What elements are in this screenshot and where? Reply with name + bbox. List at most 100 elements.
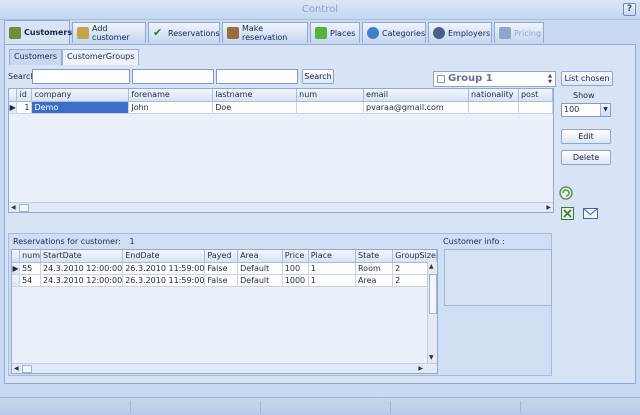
cell-lastname[interactable]: Doe [212, 101, 298, 114]
spinner-arrows-icon[interactable]: ▲ ▼ [546, 73, 554, 85]
excel-icon[interactable] [561, 207, 574, 220]
tab-reservations[interactable]: ✔ Reservations [148, 22, 220, 43]
column-header[interactable]: EndDate [122, 250, 206, 263]
cell-nationality[interactable] [468, 101, 519, 114]
cell-end-date[interactable]: 26.3.2010 11:59:00 [122, 274, 206, 287]
tab-add-customer[interactable]: Add customer [72, 22, 146, 43]
column-header[interactable]: forename [128, 89, 214, 102]
scroll-down-icon[interactable]: ▼ [429, 353, 434, 363]
cell-forename[interactable]: John [128, 101, 214, 114]
search-input-company[interactable] [32, 69, 130, 84]
cell-id[interactable]: 1 [16, 101, 33, 114]
column-header[interactable]: StartDate [40, 250, 124, 263]
column-header[interactable]: Payed [204, 250, 239, 263]
cell-state[interactable]: Room [355, 262, 394, 275]
tab-label: Categories [382, 28, 426, 38]
help-button[interactable]: ? [623, 3, 636, 16]
table-row[interactable]: ▶ 1 Demo John Doe pvaraa@gmail.com [9, 101, 553, 114]
column-header[interactable]: lastname [212, 89, 298, 102]
column-header[interactable]: Area [237, 250, 283, 263]
cell-post[interactable] [518, 101, 553, 114]
places-icon [315, 27, 327, 39]
scroll-up-icon[interactable]: ▲ [429, 262, 434, 272]
scroll-thumb[interactable] [22, 365, 32, 373]
cell-num[interactable]: 54 [19, 274, 42, 287]
cell-end-date[interactable]: 26.3.2010 11:59:00 [122, 262, 206, 275]
search-button[interactable]: Search [302, 69, 334, 84]
row-header [12, 274, 21, 287]
column-header[interactable]: num [19, 250, 42, 263]
sub-tabs: Customers CustomerGroups [9, 49, 140, 65]
customer-info-label: Customer info : [443, 237, 505, 246]
column-header[interactable]: company [31, 89, 130, 102]
tab-employers[interactable]: Employers [428, 22, 492, 43]
window-title: Control [301, 4, 339, 15]
tab-label: Pricing [514, 28, 541, 38]
cell-price[interactable]: 100 [282, 262, 309, 275]
status-divider [260, 401, 261, 413]
column-header[interactable]: Price [282, 250, 309, 263]
scroll-left-icon[interactable]: ◀ [11, 203, 16, 212]
scroll-thumb[interactable] [429, 274, 437, 314]
email-icon[interactable] [583, 207, 598, 220]
reservations-horizontal-scrollbar[interactable]: ◀ ▶ [12, 363, 437, 373]
cell-payed[interactable]: False [204, 262, 239, 275]
chevron-down-icon[interactable]: ▼ [600, 104, 610, 116]
cell-email[interactable]: pvaraa@gmail.com [363, 101, 469, 114]
tab-places[interactable]: Places [310, 22, 360, 43]
cell-area[interactable]: Default [237, 262, 283, 275]
customers-horizontal-scrollbar[interactable]: ◀ ▶ [9, 202, 553, 212]
list-chosen-button[interactable]: List chosen [561, 71, 613, 86]
cell-state[interactable]: Area [355, 274, 394, 287]
search-input-forename[interactable] [132, 69, 214, 84]
cell-price[interactable]: 1000 [282, 274, 309, 287]
scroll-left-icon[interactable]: ◀ [14, 364, 19, 373]
reservations-caption: Reservations for customer: [13, 237, 121, 246]
edit-button[interactable]: Edit [561, 129, 611, 144]
cell-area[interactable]: Default [237, 274, 283, 287]
search-input-lastname[interactable] [216, 69, 298, 84]
table-row[interactable]: 54 24.3.2010 12:00:00 26.3.2010 11:59:00… [12, 274, 437, 287]
subtab-customers[interactable]: Customers [9, 49, 63, 65]
table-row[interactable]: ▶ 55 24.3.2010 12:00:00 26.3.2010 11:59:… [12, 262, 437, 275]
cell-start-date[interactable]: 24.3.2010 12:00:00 [40, 274, 124, 287]
tab-categories[interactable]: Categories [362, 22, 426, 43]
tab-pricing[interactable]: Pricing [494, 22, 544, 43]
tab-make-reservation[interactable]: Make reservation [222, 22, 308, 43]
cell-num[interactable]: 55 [19, 262, 42, 275]
status-bar [0, 397, 640, 415]
show-label: Show [573, 91, 595, 100]
reservations-vertical-scrollbar[interactable]: ▲ ▼ [427, 262, 437, 363]
tab-label: Places [330, 28, 356, 38]
cell-place[interactable]: 1 [308, 262, 356, 275]
cell-company[interactable]: Demo [31, 101, 130, 114]
cell-place[interactable]: 1 [308, 274, 356, 287]
scroll-thumb[interactable] [19, 204, 29, 212]
column-header[interactable]: email [363, 89, 469, 102]
column-header[interactable]: num [296, 89, 365, 102]
status-divider [130, 401, 131, 413]
column-header[interactable]: nationality [468, 89, 519, 102]
group-checkbox[interactable] [437, 75, 445, 83]
cell-num[interactable] [296, 101, 365, 114]
tab-label: Make reservation [242, 24, 288, 42]
row-pointer-icon: ▶ [9, 101, 18, 114]
column-header[interactable]: post [518, 89, 553, 102]
subtab-customer-groups[interactable]: CustomerGroups [62, 49, 140, 65]
tab-customers[interactable]: Customers [4, 20, 72, 44]
scroll-right-icon[interactable]: ▶ [546, 203, 551, 212]
customers-header-row: id company forename lastname num email n… [9, 89, 553, 102]
scroll-right-icon[interactable]: ▶ [418, 364, 423, 373]
column-header[interactable]: GroupSize [392, 250, 437, 263]
reservations-icon: ✔ [153, 26, 163, 39]
column-header[interactable]: State [355, 250, 394, 263]
column-header[interactable]: id [16, 89, 33, 102]
cell-start-date[interactable]: 24.3.2010 12:00:00 [40, 262, 124, 275]
group-selector[interactable]: Group 1 ▲ ▼ [433, 71, 556, 87]
delete-button[interactable]: Delete [561, 150, 611, 165]
column-header[interactable]: Place [308, 250, 356, 263]
tab-label: Add customer [92, 24, 130, 42]
refresh-icon[interactable] [559, 186, 573, 200]
show-count-select[interactable]: 100 ▼ [561, 103, 611, 117]
cell-payed[interactable]: False [204, 274, 239, 287]
